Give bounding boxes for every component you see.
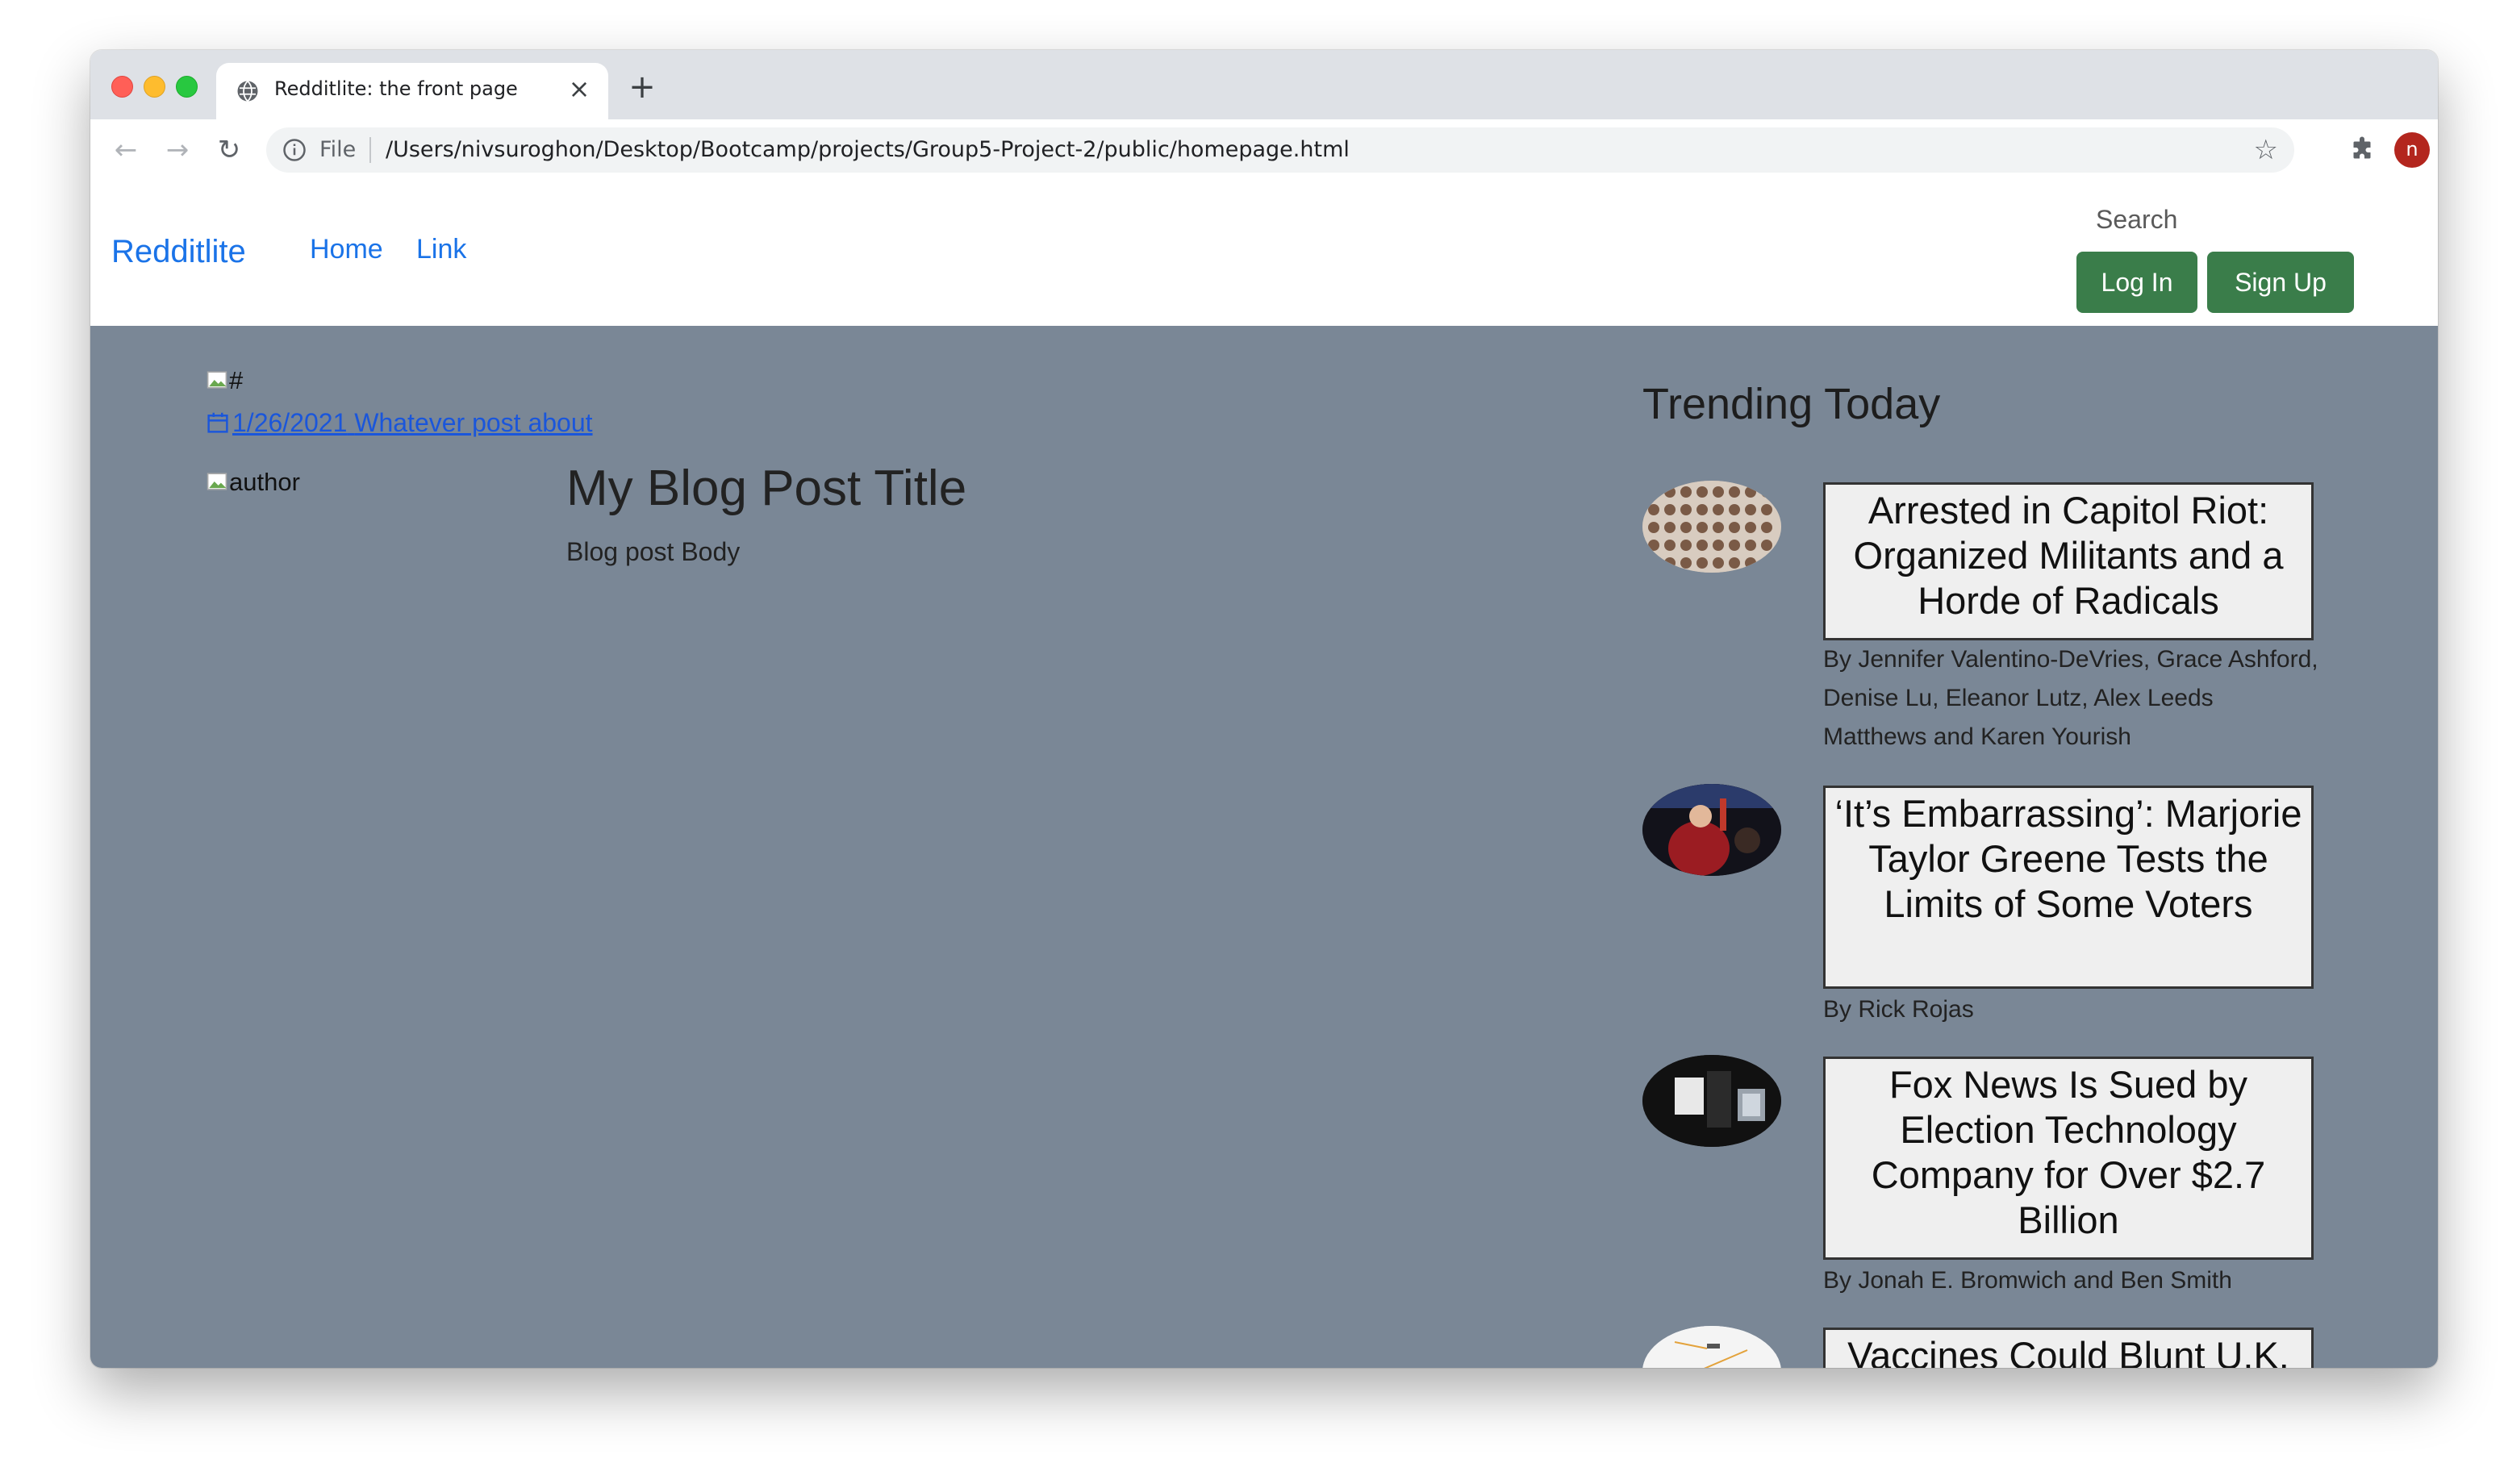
- reload-icon[interactable]: ↻: [211, 132, 247, 168]
- tab-close-icon[interactable]: ×: [565, 74, 594, 103]
- web-page: Redditlite Home Link Search Log In Sign …: [90, 181, 2438, 1368]
- extensions-puzzle-icon[interactable]: [2348, 135, 2377, 165]
- profile-avatar[interactable]: n: [2394, 132, 2430, 168]
- browser-tab[interactable]: Redditlite: the front page ×: [216, 63, 608, 119]
- post-body: Blog post Body: [566, 537, 741, 566]
- broken-image-icon: [207, 371, 227, 389]
- article-title-box[interactable]: Vaccines Could Blunt U.K. Epidemic in We…: [1823, 1328, 2314, 1368]
- site-navbar: Redditlite Home Link Search Log In Sign …: [90, 181, 2438, 326]
- minimize-window-button[interactable]: [144, 76, 165, 98]
- article-thumbnail[interactable]: [1642, 1326, 1781, 1368]
- post-image-broken: #: [207, 366, 243, 395]
- article-thumbnail[interactable]: [1642, 784, 1781, 876]
- search-label[interactable]: Search: [2096, 205, 2177, 235]
- bookmark-star-icon[interactable]: ☆: [2254, 134, 2278, 166]
- info-icon[interactable]: [282, 138, 307, 162]
- post-title: My Blog Post Title: [566, 461, 967, 516]
- article-thumbnail[interactable]: [1642, 481, 1781, 573]
- title-bar: Redditlite: the front page × +: [90, 50, 2438, 119]
- broken-image-icon: [207, 473, 227, 490]
- nav-link-home[interactable]: Home: [310, 234, 383, 265]
- nav-link-link[interactable]: Link: [416, 234, 466, 265]
- post-topic[interactable]: Whatever post about: [354, 408, 592, 437]
- maximize-window-button[interactable]: [176, 76, 198, 98]
- new-tab-button[interactable]: +: [626, 71, 658, 105]
- article-byline: By Jennifer Valentino-DeVries, Grace Ash…: [1823, 646, 2318, 750]
- post-image-alt: #: [229, 366, 244, 394]
- article-title-box[interactable]: Fox News Is Sued by Election Technology …: [1823, 1057, 2314, 1260]
- url-text[interactable]: /Users/nivsuroghon/Desktop/Bootcamp/proj…: [386, 137, 1350, 162]
- author-image-broken: author: [207, 468, 300, 497]
- article-thumbnail[interactable]: [1642, 1055, 1781, 1147]
- author-image-alt: author: [229, 468, 300, 496]
- forward-arrow-icon[interactable]: →: [160, 132, 195, 168]
- tab-title: Redditlite: the front page: [274, 77, 518, 100]
- article-byline: By Jonah E. Bromwich and Ben Smith: [1823, 1267, 2232, 1294]
- address-bar[interactable]: File /Users/nivsuroghon/Desktop/Bootcamp…: [266, 127, 2294, 173]
- globe-icon: [237, 80, 258, 102]
- address-divider: [369, 137, 371, 163]
- article-title-box[interactable]: Arrested in Capitol Riot: Organized Mili…: [1823, 482, 2314, 640]
- browser-toolbar: ← → ↻ File /Users/nivsuroghon/Desktop/Bo…: [90, 119, 2438, 182]
- file-scheme-label: File: [319, 137, 357, 162]
- brand-link[interactable]: Redditlite: [111, 234, 246, 270]
- trending-heading: Trending Today: [1642, 380, 1941, 428]
- back-arrow-icon[interactable]: ←: [108, 132, 144, 168]
- article-title-box[interactable]: ‘It’s Embarrassing’: Marjorie Taylor Gre…: [1823, 786, 2314, 989]
- login-button[interactable]: Log In: [2076, 252, 2197, 313]
- close-window-button[interactable]: [111, 76, 133, 98]
- post-meta-link[interactable]: 1/26/2021 Whatever post about: [207, 408, 593, 438]
- browser-window: Redditlite: the front page × + ← → ↻ Fil…: [90, 50, 2438, 1368]
- calendar-icon: [207, 412, 228, 433]
- article-byline: By Rick Rojas: [1823, 996, 1974, 1023]
- signup-button[interactable]: Sign Up: [2207, 252, 2354, 313]
- post-date[interactable]: 1/26/2021: [232, 408, 347, 437]
